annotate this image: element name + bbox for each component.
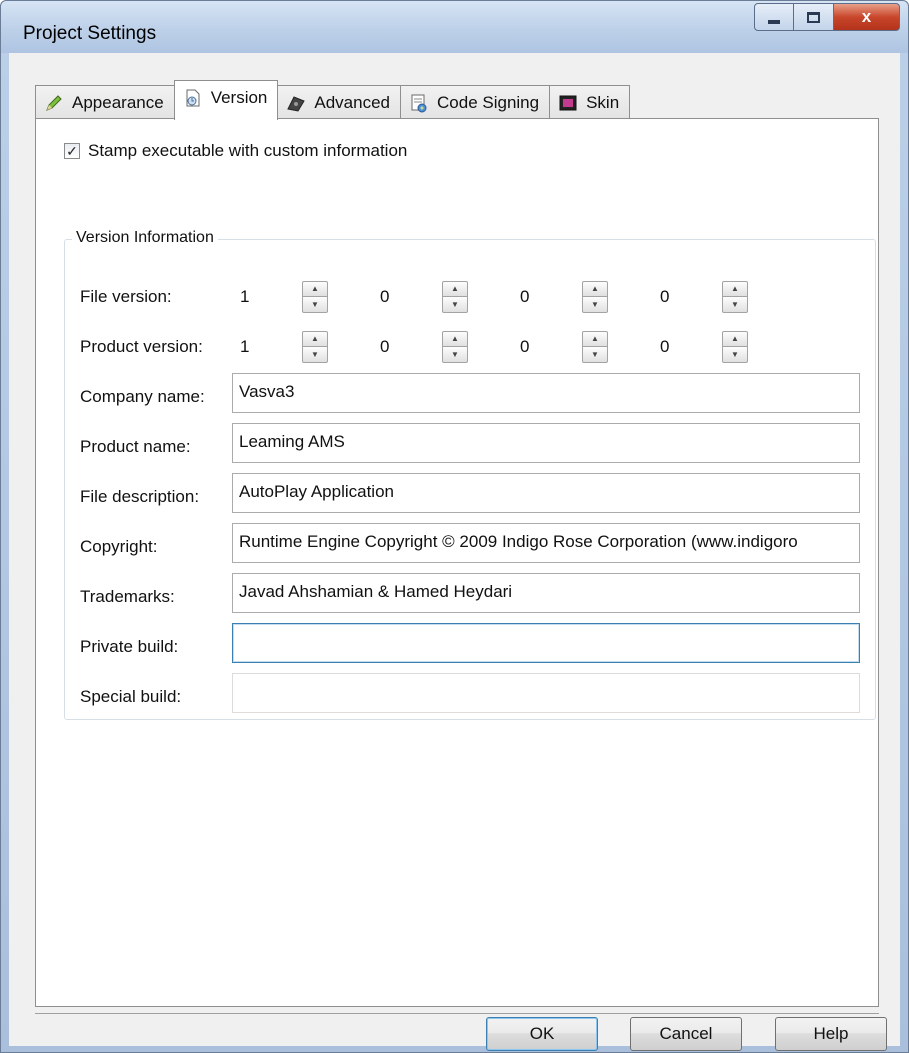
tab-skin[interactable]: Skin bbox=[549, 85, 631, 119]
private-build-field[interactable] bbox=[232, 623, 860, 663]
file-description-field[interactable]: AutoPlay Application bbox=[232, 473, 860, 513]
company-name-field[interactable]: Vasva3 bbox=[232, 373, 860, 413]
spin-down-icon[interactable]: ▼ bbox=[302, 297, 328, 313]
spin-down-icon[interactable]: ▼ bbox=[582, 297, 608, 313]
file-version-label: File version: bbox=[80, 287, 172, 306]
file-description-label: File description: bbox=[80, 487, 200, 506]
title-bar[interactable]: Project Settings x bbox=[1, 1, 908, 53]
skin-icon bbox=[558, 93, 578, 113]
product-version-revision[interactable]: 0 bbox=[660, 337, 669, 357]
product-name-field[interactable]: Leaming AMS bbox=[232, 423, 860, 463]
copyright-label: Copyright: bbox=[80, 537, 158, 556]
file-version-revision[interactable]: 0 bbox=[660, 287, 669, 307]
spin-down-icon[interactable]: ▼ bbox=[722, 297, 748, 313]
project-settings-window: Project Settings x Appearance Version Ad… bbox=[0, 0, 909, 1053]
trademarks-label: Trademarks: bbox=[80, 587, 175, 606]
file-version-minor[interactable]: 0 bbox=[380, 287, 389, 307]
spin-up-icon[interactable]: ▲ bbox=[722, 331, 748, 347]
window-controls: x bbox=[754, 3, 900, 31]
tab-advanced-label: Advanced bbox=[314, 92, 391, 112]
product-version-label: Product version: bbox=[80, 337, 203, 356]
tab-strip: Appearance Version Advanced Code Signing bbox=[35, 79, 631, 120]
product-name-label: Product name: bbox=[80, 437, 191, 456]
file-version-minor-spinner[interactable]: ▲ ▼ bbox=[442, 281, 470, 315]
file-version-major[interactable]: 1 bbox=[240, 287, 249, 307]
product-version-minor[interactable]: 0 bbox=[380, 337, 389, 357]
spin-down-icon[interactable]: ▼ bbox=[442, 297, 468, 313]
company-name-label: Company name: bbox=[80, 387, 205, 406]
spin-up-icon[interactable]: ▲ bbox=[582, 331, 608, 347]
stamp-executable-checkbox[interactable]: ✓ bbox=[64, 143, 80, 159]
product-version-major[interactable]: 1 bbox=[240, 337, 249, 357]
file-version-revision-spinner[interactable]: ▲ ▼ bbox=[722, 281, 750, 315]
gear-icon bbox=[286, 93, 306, 113]
maximize-button[interactable] bbox=[794, 3, 834, 31]
spin-up-icon[interactable]: ▲ bbox=[442, 281, 468, 297]
tab-code-signing[interactable]: Code Signing bbox=[400, 85, 551, 119]
spin-up-icon[interactable]: ▲ bbox=[302, 281, 328, 297]
checkmark-icon: ✓ bbox=[66, 143, 78, 159]
spin-down-icon[interactable]: ▼ bbox=[442, 347, 468, 363]
product-version-minor-spinner[interactable]: ▲ ▼ bbox=[442, 331, 470, 365]
pencil-icon bbox=[44, 93, 64, 113]
minimize-icon bbox=[768, 20, 780, 24]
spin-up-icon[interactable]: ▲ bbox=[582, 281, 608, 297]
product-version-build[interactable]: 0 bbox=[520, 337, 529, 357]
spin-down-icon[interactable]: ▼ bbox=[582, 347, 608, 363]
document-icon bbox=[183, 88, 203, 108]
tab-version-label: Version bbox=[210, 87, 268, 107]
window-title: Project Settings bbox=[23, 23, 157, 44]
version-information-label: Version Information bbox=[72, 229, 218, 247]
close-button[interactable]: x bbox=[834, 3, 900, 31]
maximize-icon bbox=[807, 11, 820, 23]
spin-down-icon[interactable]: ▼ bbox=[722, 347, 748, 363]
copyright-field[interactable]: Runtime Engine Copyright © 2009 Indigo R… bbox=[232, 523, 860, 563]
tab-advanced[interactable]: Advanced bbox=[277, 85, 402, 119]
tab-version[interactable]: Version bbox=[173, 80, 279, 120]
button-bar-divider bbox=[35, 1013, 879, 1014]
spin-up-icon[interactable]: ▲ bbox=[302, 331, 328, 347]
ok-button[interactable]: OK bbox=[486, 1017, 598, 1051]
special-build-field[interactable] bbox=[232, 673, 860, 713]
close-icon: x bbox=[861, 7, 872, 26]
special-build-label: Special build: bbox=[80, 687, 182, 706]
product-version-major-spinner[interactable]: ▲ ▼ bbox=[302, 331, 330, 365]
dialog-client-area: Appearance Version Advanced Code Signing bbox=[9, 53, 900, 1051]
tab-code-signing-label: Code Signing bbox=[437, 92, 540, 112]
tab-skin-label: Skin bbox=[586, 92, 620, 112]
spin-up-icon[interactable]: ▲ bbox=[442, 331, 468, 347]
file-version-major-spinner[interactable]: ▲ ▼ bbox=[302, 281, 330, 315]
product-version-revision-spinner[interactable]: ▲ ▼ bbox=[722, 331, 750, 365]
file-version-build[interactable]: 0 bbox=[520, 287, 529, 307]
version-tab-panel: ✓ Stamp executable with custom informati… bbox=[35, 118, 879, 1007]
tab-appearance-label: Appearance bbox=[72, 92, 164, 112]
stamp-executable-label: Stamp executable with custom information bbox=[88, 141, 408, 160]
minimize-button[interactable] bbox=[754, 3, 794, 31]
spin-up-icon[interactable]: ▲ bbox=[722, 281, 748, 297]
trademarks-field[interactable]: Javad Ahshamian & Hamed Heydari bbox=[232, 573, 860, 613]
certificate-icon bbox=[409, 93, 429, 113]
product-version-build-spinner[interactable]: ▲ ▼ bbox=[582, 331, 610, 365]
spin-down-icon[interactable]: ▼ bbox=[302, 347, 328, 363]
help-button[interactable]: Help bbox=[775, 1017, 887, 1051]
file-version-build-spinner[interactable]: ▲ ▼ bbox=[582, 281, 610, 315]
cancel-button[interactable]: Cancel bbox=[630, 1017, 742, 1051]
tab-appearance[interactable]: Appearance bbox=[35, 85, 175, 119]
stamp-executable-option[interactable]: ✓ Stamp executable with custom informati… bbox=[64, 141, 407, 161]
private-build-label: Private build: bbox=[80, 637, 179, 656]
